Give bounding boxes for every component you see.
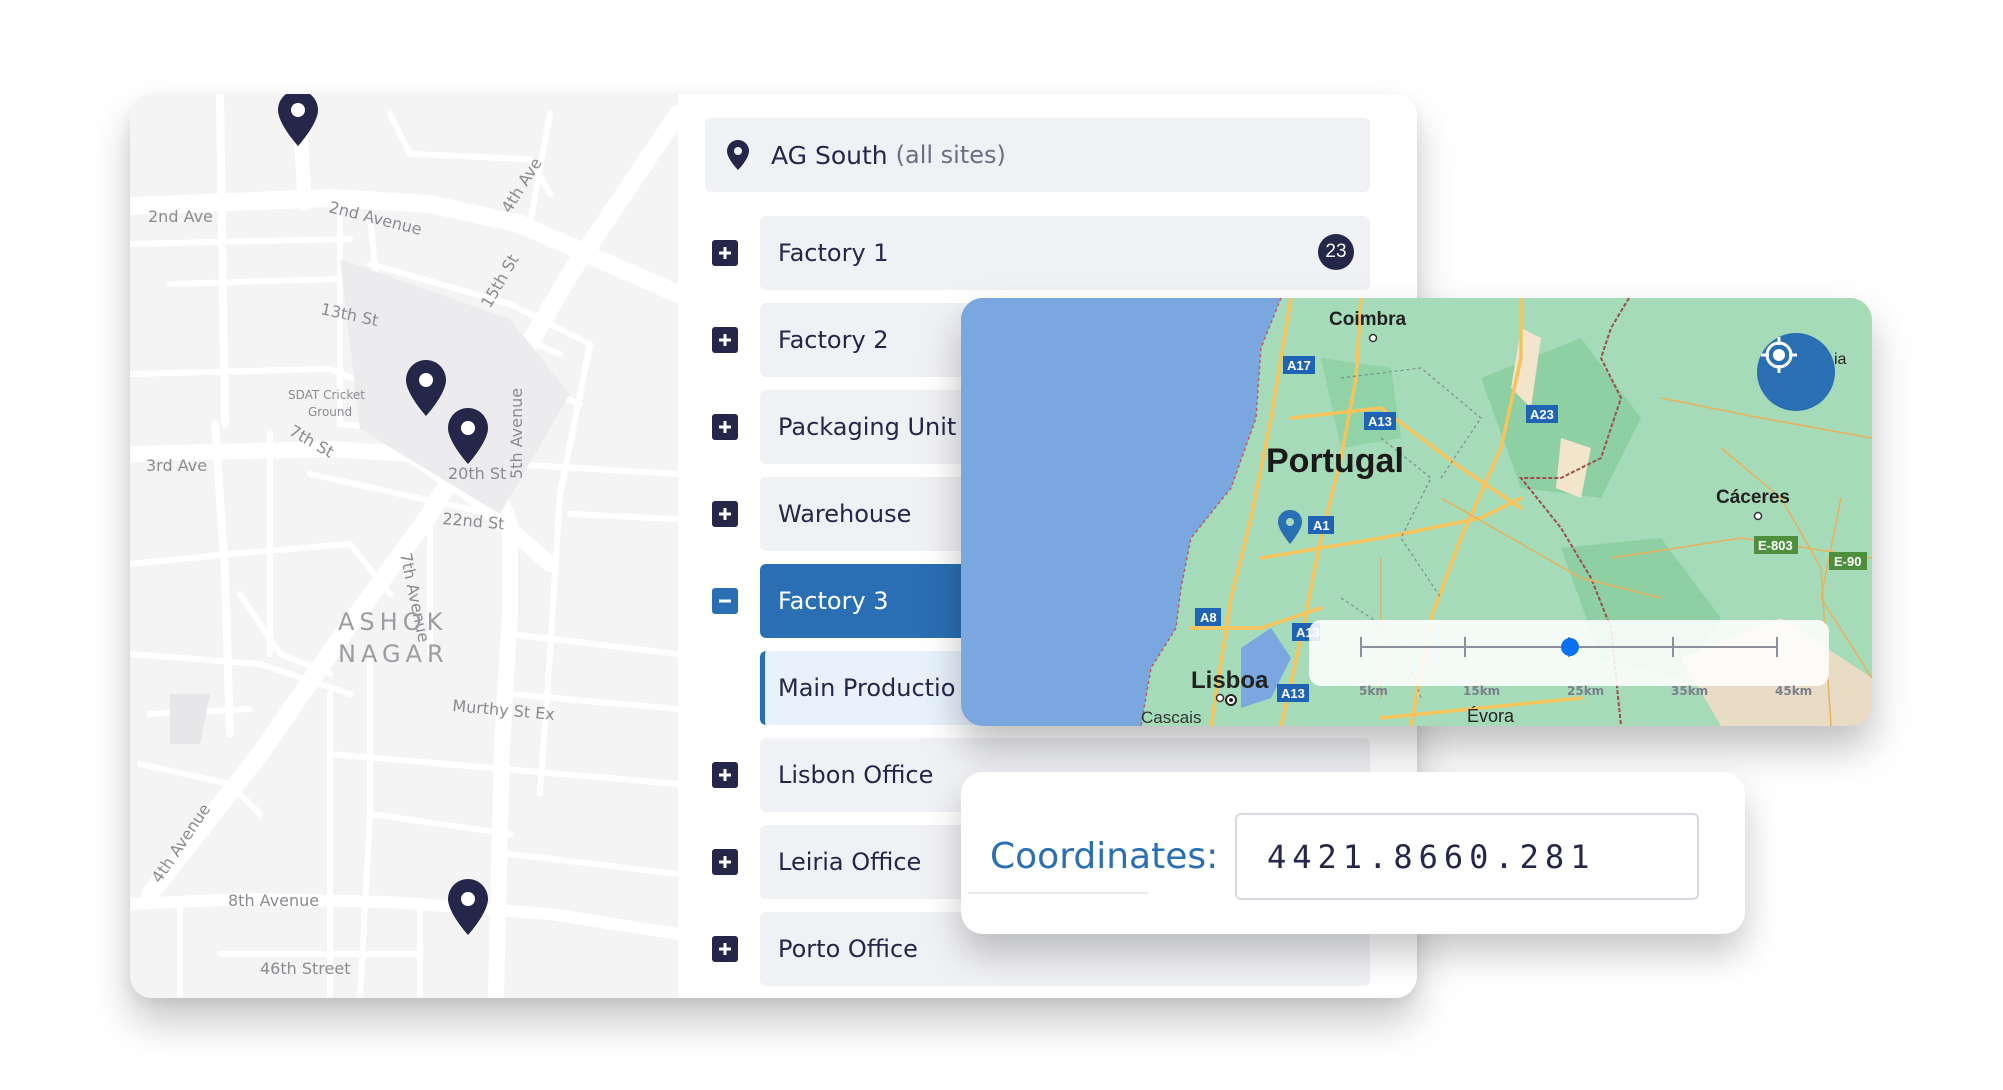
slider-tick bbox=[1776, 637, 1778, 657]
svg-text:A1: A1 bbox=[1313, 518, 1330, 533]
distance-slider: 5km 15km 25km 35km 45km bbox=[1309, 620, 1829, 698]
expand-button[interactable] bbox=[712, 936, 738, 962]
site-label: Main Productio bbox=[778, 674, 956, 702]
plus-icon bbox=[719, 334, 731, 346]
svg-text:Ground: Ground bbox=[308, 405, 352, 419]
plus-icon bbox=[719, 856, 731, 868]
region-header[interactable]: AG South (all sites) bbox=[705, 118, 1370, 192]
slider-tick-label: 35km bbox=[1671, 684, 1709, 698]
plus-icon bbox=[719, 508, 731, 520]
ocean bbox=[961, 298, 1281, 726]
slider-tick-label: 45km bbox=[1775, 684, 1813, 698]
slider-tick bbox=[1360, 637, 1362, 657]
svg-text:5th Avenue: 5th Avenue bbox=[507, 388, 526, 479]
site-label: Factory 1 bbox=[778, 239, 889, 267]
svg-text:A13: A13 bbox=[1368, 414, 1392, 429]
slider-tick-label: 15km bbox=[1463, 684, 1501, 698]
svg-text:22nd St: 22nd St bbox=[442, 509, 506, 533]
coordinates-card: Coordinates: bbox=[961, 772, 1745, 934]
svg-text:A13: A13 bbox=[1281, 686, 1305, 701]
site-row-factory-1: Factory 1 23 bbox=[678, 216, 1378, 290]
slider-tick bbox=[1672, 637, 1674, 657]
svg-text:A23: A23 bbox=[1530, 407, 1554, 422]
svg-text:A17: A17 bbox=[1287, 358, 1311, 373]
slider-track[interactable]: 5km 15km 25km 35km 45km bbox=[1359, 637, 1812, 698]
region-subtitle: (all sites) bbox=[895, 141, 1006, 169]
coordinates-label: Coordinates: bbox=[990, 836, 1219, 877]
city-label-lisboa: Lisboa bbox=[1191, 667, 1269, 694]
site-label: Factory 3 bbox=[778, 587, 889, 615]
site-item[interactable]: Factory 1 23 bbox=[760, 216, 1370, 290]
collapse-button[interactable] bbox=[712, 588, 738, 614]
minus-icon bbox=[719, 599, 731, 603]
expand-button[interactable] bbox=[712, 849, 738, 875]
coordinates-input[interactable] bbox=[1235, 813, 1699, 900]
region-map[interactable]: Coimbra Portugal Lisboa Cascais Évora Cá… bbox=[961, 298, 1872, 726]
svg-text:NAGAR: NAGAR bbox=[338, 640, 449, 668]
svg-text:E-90: E-90 bbox=[1834, 554, 1861, 569]
expand-button[interactable] bbox=[712, 414, 738, 440]
map-pin-icon bbox=[278, 94, 318, 146]
plus-icon bbox=[719, 769, 731, 781]
site-label: Packaging Unit bbox=[778, 413, 957, 441]
svg-text:46th Street: 46th Street bbox=[260, 959, 350, 978]
site-label: Warehouse bbox=[778, 500, 912, 528]
svg-text:A8: A8 bbox=[1200, 610, 1217, 625]
location-pin-icon bbox=[1278, 510, 1302, 544]
svg-text:2nd Ave: 2nd Ave bbox=[148, 207, 213, 226]
svg-text:SDAT Cricket: SDAT Cricket bbox=[288, 388, 365, 402]
svg-text:ASHOK: ASHOK bbox=[338, 608, 447, 636]
city-label-cascais: Cascais bbox=[1141, 708, 1201, 726]
site-label: Factory 2 bbox=[778, 326, 889, 354]
site-label: Leiria Office bbox=[778, 848, 922, 876]
slider-tick-label: 25km bbox=[1567, 684, 1605, 698]
street-map[interactable]: 2nd Ave 2nd Avenue 4th Ave 13th St 15th … bbox=[130, 94, 678, 998]
site-label: Porto Office bbox=[778, 935, 918, 963]
region-name: AG South bbox=[771, 140, 888, 170]
city-label-coimbra: Coimbra bbox=[1329, 309, 1407, 330]
city-label-caceres: Cáceres bbox=[1716, 487, 1790, 508]
country-label: Portugal bbox=[1266, 442, 1404, 480]
svg-text:20th St: 20th St bbox=[448, 464, 506, 483]
city-label-partial: ia bbox=[1834, 351, 1847, 368]
divider bbox=[968, 892, 1148, 894]
locate-button[interactable] bbox=[1757, 333, 1835, 411]
expand-button[interactable] bbox=[712, 327, 738, 353]
svg-text:E-803: E-803 bbox=[1758, 538, 1793, 553]
locate-crosshair-icon bbox=[1761, 337, 1797, 373]
expand-button[interactable] bbox=[712, 762, 738, 788]
site-label: Lisbon Office bbox=[778, 761, 934, 789]
count-badge: 23 bbox=[1318, 234, 1354, 270]
svg-text:3rd Ave: 3rd Ave bbox=[146, 456, 207, 475]
street-map-canvas: 2nd Ave 2nd Avenue 4th Ave 13th St 15th … bbox=[130, 94, 678, 998]
expand-button[interactable] bbox=[712, 240, 738, 266]
plus-icon bbox=[719, 943, 731, 955]
map-pin-icon bbox=[448, 879, 488, 935]
slider-tick-label: 5km bbox=[1359, 684, 1388, 698]
svg-text:8th Avenue: 8th Avenue bbox=[228, 891, 319, 910]
svg-text:4th Avenue: 4th Avenue bbox=[148, 800, 215, 886]
expand-button[interactable] bbox=[712, 501, 738, 527]
slider-thumb[interactable] bbox=[1561, 638, 1579, 656]
city-label-evora: Évora bbox=[1467, 706, 1515, 726]
slider-tick bbox=[1464, 637, 1466, 657]
plus-icon bbox=[719, 421, 731, 433]
plus-icon bbox=[719, 247, 731, 259]
map-pin-icon bbox=[727, 140, 749, 170]
